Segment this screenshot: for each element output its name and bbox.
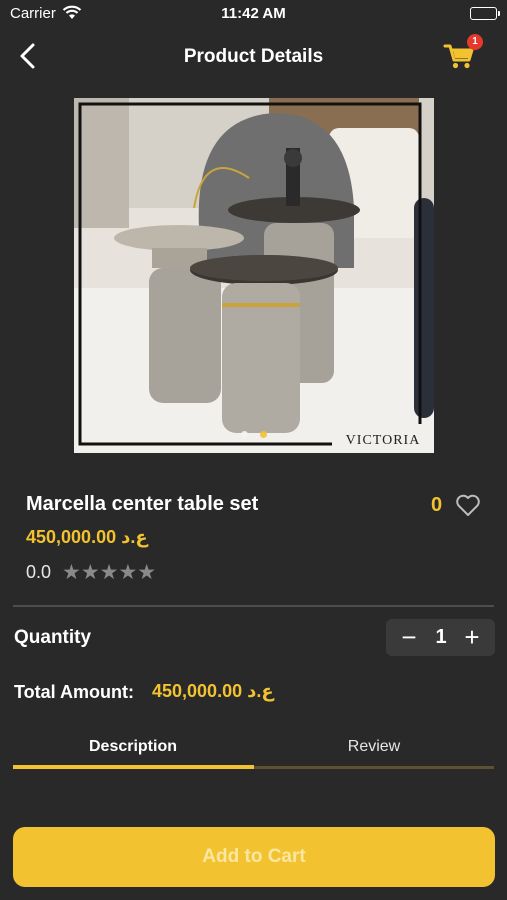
product-image[interactable]: VICTORIA [74, 98, 434, 453]
page-title: Product Details [183, 46, 324, 67]
carousel-dots [0, 431, 507, 438]
decrease-button[interactable]: − [394, 622, 424, 652]
nav-bar: Product Details 1 [0, 28, 507, 86]
product-name: Marcella center table set [26, 493, 259, 515]
likes-count: 0 [431, 494, 443, 516]
total-amount-label: Total Amount: [14, 682, 134, 702]
clock: 11:42 AM [221, 5, 286, 22]
quantity-stepper: − 1 + [386, 619, 495, 656]
cart-badge: 1 [467, 34, 483, 50]
tab-description[interactable]: Description [13, 732, 253, 768]
tab-bar: Description Review [13, 732, 494, 770]
carousel-dot-active[interactable] [259, 431, 267, 438]
increase-button[interactable]: + [457, 622, 487, 652]
star-rating: ★★★★★ [62, 561, 157, 584]
divider [13, 605, 494, 607]
tab-indicator [13, 765, 254, 769]
quantity-label: Quantity [14, 627, 92, 648]
heart-icon[interactable] [454, 492, 482, 518]
total-amount-value: 450,000.00 ع.د [152, 681, 274, 701]
status-bar: Carrier 11:42 AM [0, 0, 507, 28]
product-price: 450,000.00 ع.د [26, 527, 148, 547]
tab-review[interactable]: Review [254, 732, 494, 768]
carousel-dot[interactable] [240, 431, 248, 438]
rating-value: 0.0 [26, 562, 52, 582]
add-to-cart-button[interactable]: Add to Cart [13, 827, 495, 887]
battery-icon [470, 7, 500, 20]
quantity-value: 1 [435, 626, 447, 648]
